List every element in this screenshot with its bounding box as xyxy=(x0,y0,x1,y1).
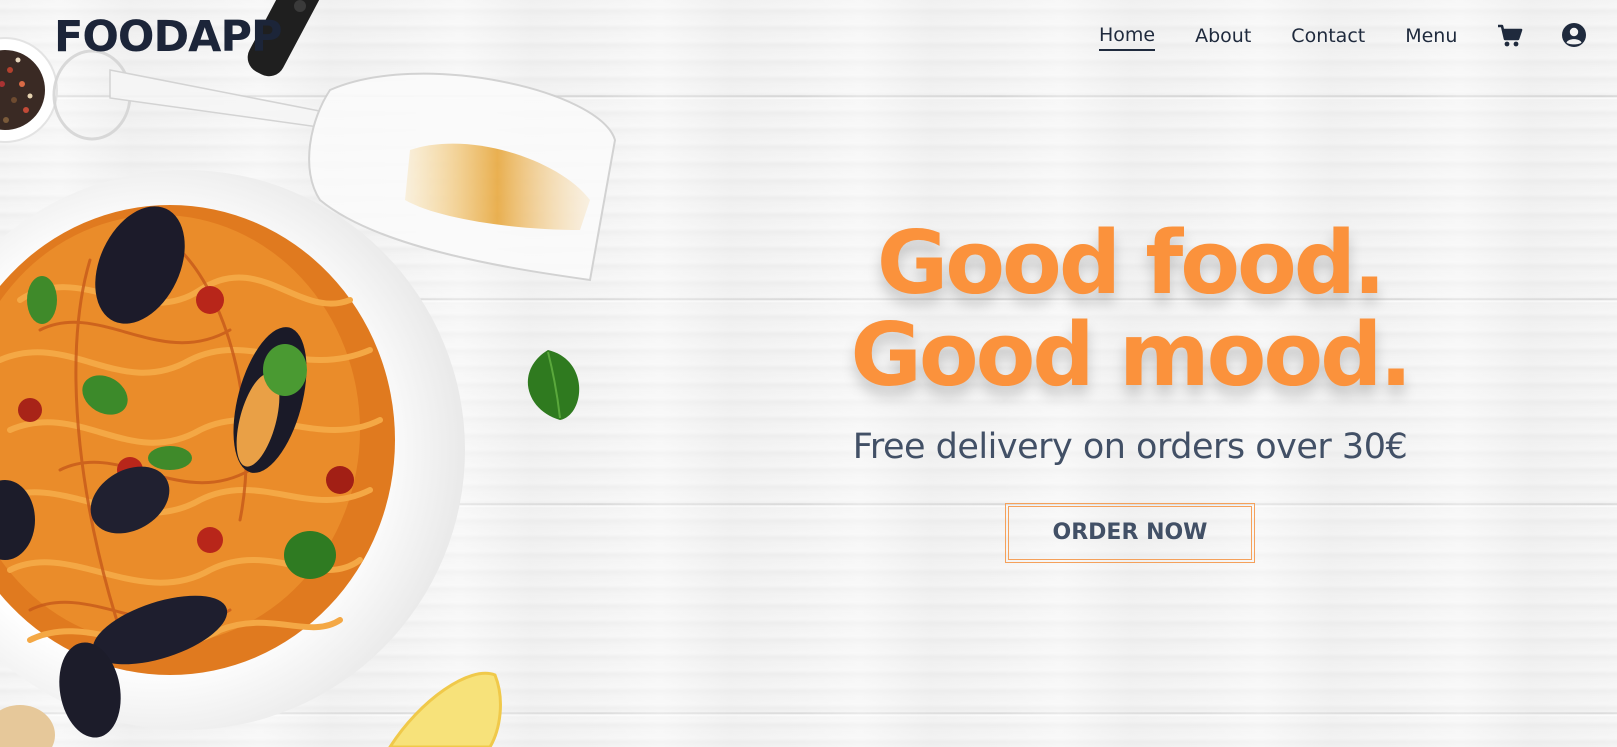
headline-line-2: Good mood. xyxy=(850,304,1412,406)
nav-contact-link[interactable]: Contact xyxy=(1291,25,1365,50)
main-nav: Home About Contact Menu xyxy=(1099,22,1587,53)
headline-line-1: Good food. xyxy=(876,212,1386,314)
cart-icon[interactable] xyxy=(1497,24,1523,53)
nav-menu-link[interactable]: Menu xyxy=(1405,25,1457,50)
nav-about-link[interactable]: About xyxy=(1195,25,1251,50)
bread-slice xyxy=(0,705,55,747)
spice-bowl xyxy=(0,37,58,143)
hero-headline: Good food. Good mood. xyxy=(700,217,1560,401)
hero-section: Good food. Good mood. Free delivery on o… xyxy=(700,217,1560,563)
hero-subtitle: Free delivery on orders over 30€ xyxy=(852,427,1408,467)
basil-leaf xyxy=(527,350,580,420)
nav-home-link[interactable]: Home xyxy=(1099,24,1156,51)
app-logo[interactable]: FOODAPP xyxy=(54,12,282,62)
order-now-button[interactable]: ORDER NOW xyxy=(1005,503,1255,563)
user-account-icon[interactable] xyxy=(1561,22,1587,53)
food-photo-illustration xyxy=(0,0,617,747)
lemon-wedge xyxy=(388,671,502,747)
